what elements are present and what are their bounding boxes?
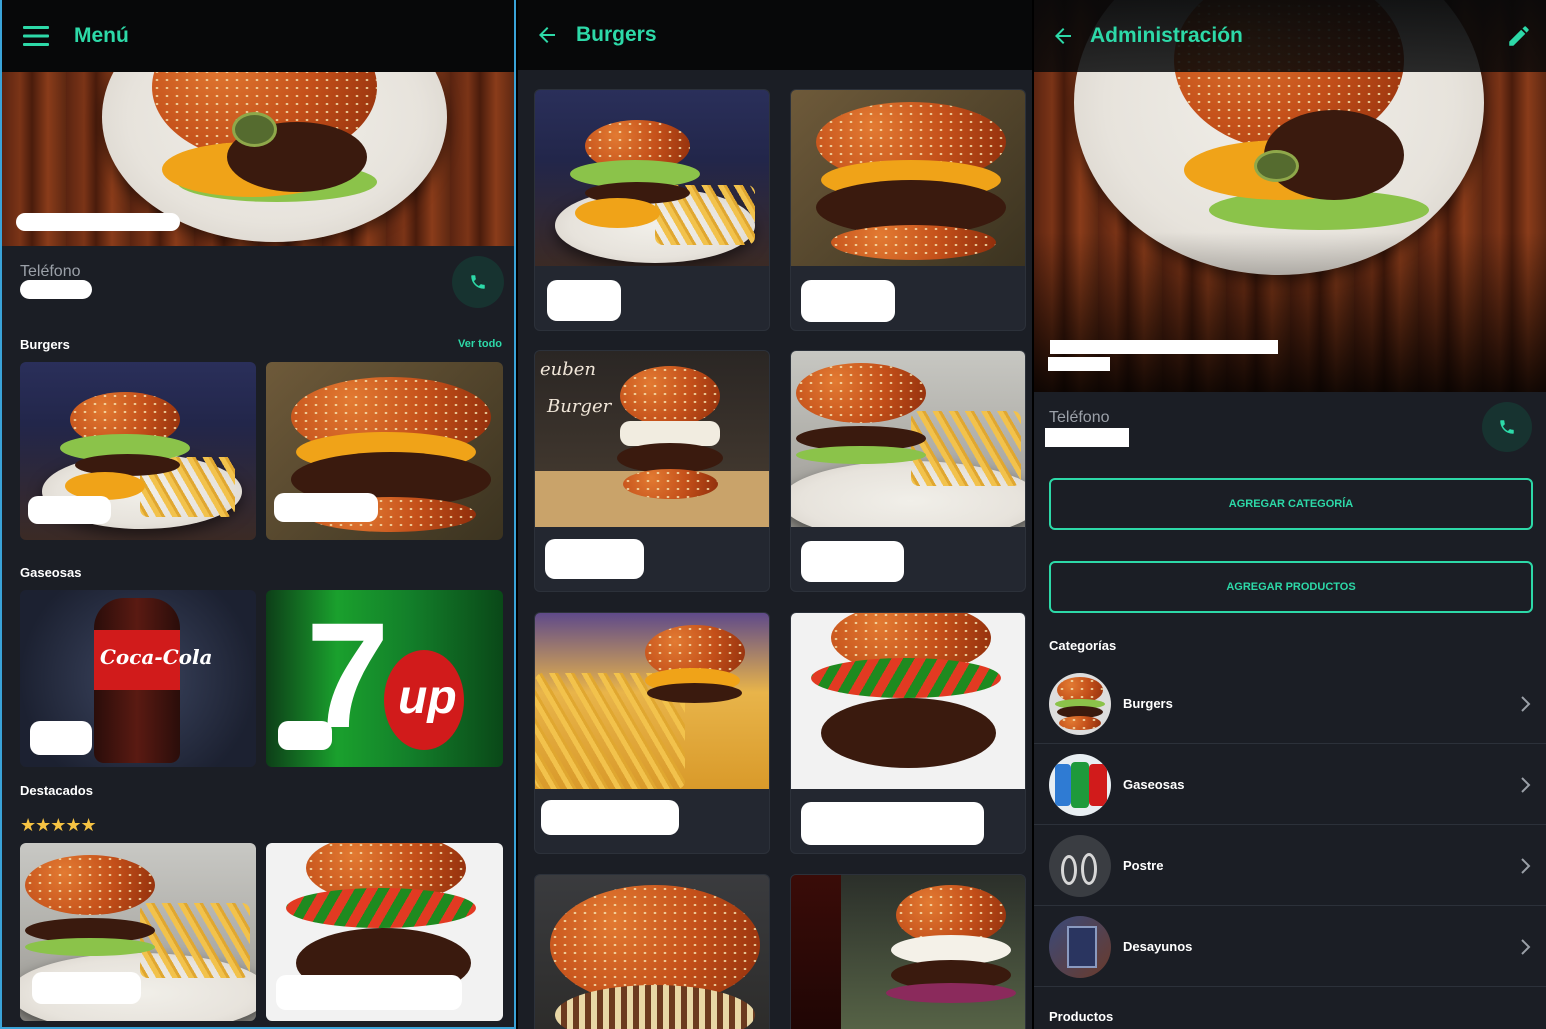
section-title-gaseosas: Gaseosas xyxy=(20,565,82,580)
category-row-burgers[interactable]: Burgers xyxy=(1034,664,1546,744)
product-name-redacted xyxy=(30,721,92,755)
menu-app-bar: Menú xyxy=(2,0,514,72)
admin-screen: Administración Teléfono AGREGAR CATEGORÍ… xyxy=(1034,0,1546,1029)
product-tile[interactable]: Coca-Cola xyxy=(20,590,256,767)
burgers-app-bar: Burgers xyxy=(518,0,1032,70)
chevron-right-icon xyxy=(1521,695,1531,712)
phone-number-redacted xyxy=(20,280,92,299)
menu-icon[interactable] xyxy=(22,21,52,51)
phone-icon xyxy=(471,275,485,289)
category-avatar xyxy=(1049,672,1111,735)
product-tile[interactable]: 7 up xyxy=(266,590,503,767)
product-card[interactable] xyxy=(534,874,770,1029)
chevron-right-icon xyxy=(1521,938,1531,955)
product-name-redacted xyxy=(28,496,111,524)
product-tile[interactable] xyxy=(266,843,503,1021)
category-avatar xyxy=(1049,753,1111,816)
category-avatar xyxy=(1049,834,1111,897)
product-card[interactable] xyxy=(790,612,1026,854)
add-category-button[interactable]: AGREGAR CATEGORÍA xyxy=(1049,478,1533,530)
add-products-button[interactable]: AGREGAR PRODUCTOS xyxy=(1049,561,1533,613)
chevron-right-icon xyxy=(1521,776,1531,793)
back-arrow-icon[interactable] xyxy=(532,20,562,50)
product-name-redacted xyxy=(32,972,141,1004)
product-tile[interactable] xyxy=(266,362,503,540)
admin-app-bar: Administración xyxy=(1034,0,1546,72)
product-name-redacted xyxy=(276,975,462,1010)
page-title: Administración xyxy=(1090,24,1243,47)
product-tile[interactable] xyxy=(20,843,256,1021)
product-card[interactable]: euben Burger xyxy=(534,350,770,592)
restaurant-banner-image xyxy=(2,72,514,246)
category-row-gaseosas[interactable]: Gaseosas xyxy=(1034,745,1546,825)
call-button[interactable] xyxy=(1482,402,1532,452)
section-title-burgers: Burgers xyxy=(20,337,70,352)
categories-title: Categorías xyxy=(1049,638,1117,653)
product-name-redacted xyxy=(541,800,679,835)
category-row-desayunos[interactable]: Desayunos xyxy=(1034,907,1546,987)
restaurant-name-redacted xyxy=(16,213,180,231)
see-all-link[interactable]: Ver todo xyxy=(458,338,502,350)
section-title-destacados: Destacados xyxy=(20,783,93,798)
products-title: Productos xyxy=(1049,1009,1114,1024)
edit-pencil-icon[interactable] xyxy=(1504,21,1534,51)
product-tile[interactable] xyxy=(20,362,256,540)
page-title: Menú xyxy=(74,24,129,47)
category-name: Burgers xyxy=(1123,696,1173,711)
phone-label: Teléfono xyxy=(1049,409,1110,426)
phone-icon xyxy=(1500,420,1514,434)
category-name: Desayunos xyxy=(1123,939,1193,954)
phone-number-redacted xyxy=(1045,428,1129,447)
call-button[interactable] xyxy=(452,256,504,308)
product-name-redacted xyxy=(545,539,644,579)
chevron-right-icon xyxy=(1521,857,1531,874)
product-name-redacted xyxy=(278,721,332,750)
burgers-category-screen: Burgers euben Burger xyxy=(518,0,1032,1029)
product-card[interactable] xyxy=(534,612,770,854)
product-name-redacted xyxy=(801,541,904,582)
product-name-redacted xyxy=(801,802,984,845)
category-avatar xyxy=(1049,915,1111,978)
product-card[interactable] xyxy=(790,874,1026,1029)
restaurant-name-redacted xyxy=(1050,340,1278,354)
menu-screen: Menú Teléfono Burgers Ver todo Gaseosas xyxy=(0,0,516,1029)
back-arrow-icon[interactable] xyxy=(1048,21,1078,51)
page-title: Burgers xyxy=(576,23,657,46)
product-name-redacted xyxy=(801,280,895,322)
product-name-redacted xyxy=(274,493,378,522)
product-card[interactable] xyxy=(534,89,770,331)
product-card[interactable] xyxy=(790,350,1026,592)
rating-stars: ★★★★★ xyxy=(20,815,97,835)
category-row-postre[interactable]: Postre xyxy=(1034,826,1546,906)
product-name-redacted xyxy=(547,280,621,321)
category-name: Gaseosas xyxy=(1123,777,1185,792)
phone-label: Teléfono xyxy=(20,263,81,280)
product-card[interactable] xyxy=(790,89,1026,331)
restaurant-address-redacted xyxy=(1048,357,1110,371)
category-name: Postre xyxy=(1123,858,1164,873)
